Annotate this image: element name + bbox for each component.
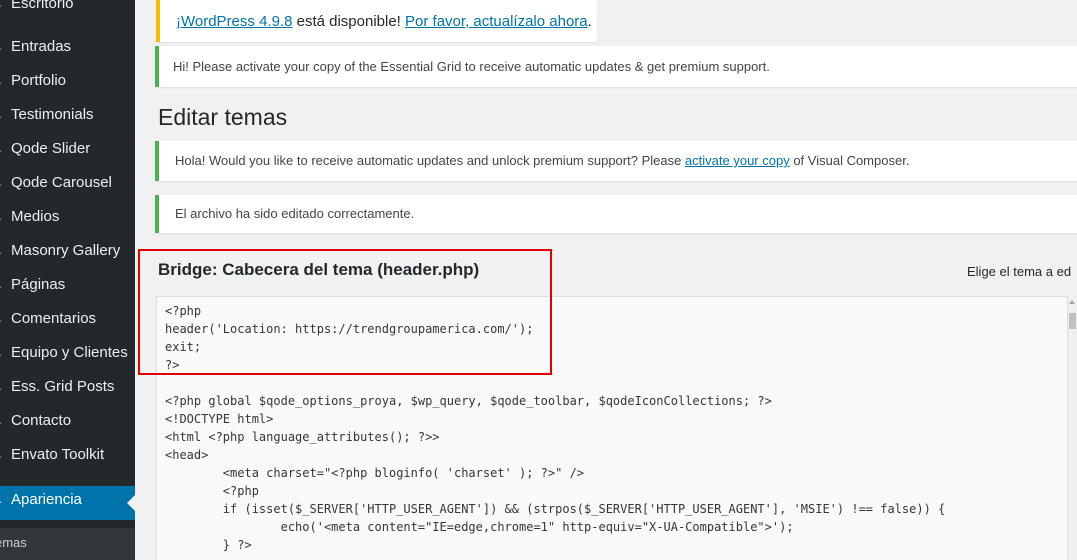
sidebar-item-escritorio[interactable]: ▸ Escritorio [0,0,135,24]
scrollbar-thumb[interactable] [1069,313,1076,329]
sidebar-item-label: Portfolio [11,72,67,89]
sidebar-item-label: Entradas [11,38,72,55]
sidebar-item-label: Comentarios [11,310,97,327]
sidebar-item-qode-carousel[interactable]: ▸ Qode Carousel [0,169,135,203]
essential-grid-notice: Hi! Please activate your copy of the Ess… [155,46,1077,87]
sidebar-item-testimonials[interactable]: ▸ Testimonials [0,101,135,135]
sidebar-item-apariencia[interactable]: ▸ Apariencia [0,486,135,520]
visual-composer-notice: Hola! Would you like to receive automati… [155,141,1077,181]
menu-arrow-icon: ▸ [0,246,2,259]
sidebar-item-envato-toolkit[interactable]: ▸ Envato Toolkit [0,441,135,475]
sidebar-item-label: Equipo y Clientes [11,344,128,361]
visual-composer-notice-text: Hola! Would you like to receive automati… [175,153,909,168]
file-saved-notice-text: El archivo ha sido editado correctamente… [175,206,415,221]
menu-arrow-icon: ▸ [0,178,2,191]
sidebar-item-masonry-gallery[interactable]: ▸ Masonry Gallery [0,237,135,271]
page-title: Editar temas [158,104,288,130]
file-saved-notice: El archivo ha sido editado correctamente… [155,195,1077,233]
code-content[interactable]: <?php header('Location: https://trendgro… [165,302,945,554]
sidebar-item-label: Páginas [11,276,66,293]
sidebar-item-contacto[interactable]: ▸ Contacto [0,407,135,441]
essential-grid-notice-text: Hi! Please activate your copy of the Ess… [173,59,770,74]
select-theme-label: Elige el tema a ed [967,264,1072,279]
update-notice-text: ¡WordPress 4.9.8 está disponible! Por fa… [176,13,592,30]
submenu-item-temas[interactable]: emas [0,528,135,560]
sidebar-item-label: Testimonials [11,106,94,123]
vc-notice-suffix: of Visual Composer. [789,153,910,168]
menu-arrow-icon: ▸ [0,212,2,225]
update-notice: ¡WordPress 4.9.8 está disponible! Por fa… [156,0,597,42]
menu-arrow-icon: ▸ [0,76,2,89]
menu-arrow-icon: ▸ [0,416,2,429]
sidebar-item-paginas[interactable]: ▸ Páginas [0,271,135,305]
sidebar-item-label: Masonry Gallery [11,242,121,259]
sidebar-item-equipo-clientes[interactable]: ▸ Equipo y Clientes [0,339,135,373]
sidebar-item-label: Ess. Grid Posts [11,378,115,395]
menu-arrow-icon: ▸ [0,450,2,463]
update-now-link[interactable]: Por favor, actualízalo ahora [405,13,588,30]
menu-arrow-icon: ▸ [0,382,2,395]
menu-arrow-icon: ▸ [0,144,2,157]
vc-notice-message: Hola! Would you like to receive automati… [175,153,685,168]
sidebar-item-label: Qode Slider [11,140,91,157]
sidebar-item-label: Envato Toolkit [11,446,105,463]
sidebar-item-ess-grid-posts[interactable]: ▸ Ess. Grid Posts [0,373,135,407]
sidebar-item-portfolio[interactable]: ▸ Portfolio [0,67,135,101]
update-notice-end: . [587,13,592,30]
menu-arrow-icon: ▸ [0,0,2,12]
submenu-item-label: emas [0,535,27,550]
activate-copy-link[interactable]: activate your copy [685,153,790,168]
menu-arrow-icon: ▸ [0,348,2,361]
update-notice-message: está disponible! [292,13,406,30]
menu-arrow-icon: ▸ [0,280,2,293]
menu-arrow-icon: ▸ [0,495,2,508]
admin-sidebar: ▸ Escritorio ▸ Entradas ▸ Portfolio ▸ Te… [0,0,135,560]
sidebar-item-qode-slider[interactable]: ▸ Qode Slider [0,135,135,169]
editor-scrollbar[interactable] [1068,296,1077,560]
sidebar-item-comentarios[interactable]: ▸ Comentarios [0,305,135,339]
sidebar-item-label: Apariencia [11,491,82,508]
editing-file-title: Bridge: Cabecera del tema (header.php) [158,260,480,279]
menu-arrow-icon: ▸ [0,110,2,123]
menu-arrow-icon: ▸ [0,42,2,55]
sidebar-item-label: Medios [11,208,60,225]
sidebar-item-entradas[interactable]: ▸ Entradas [0,33,135,67]
menu-arrow-icon: ▸ [0,314,2,327]
sidebar-item-label: Escritorio [11,0,74,12]
active-indicator [127,495,135,511]
sidebar-item-medios[interactable]: ▸ Medios [0,203,135,237]
theme-code-editor[interactable]: <?php header('Location: https://trendgro… [156,296,1068,560]
wordpress-version-link[interactable]: ¡WordPress 4.9.8 [176,13,292,30]
sidebar-item-label: Qode Carousel [11,174,112,191]
scroll-up-arrow-icon[interactable] [1069,300,1075,304]
sidebar-item-label: Contacto [11,412,72,429]
